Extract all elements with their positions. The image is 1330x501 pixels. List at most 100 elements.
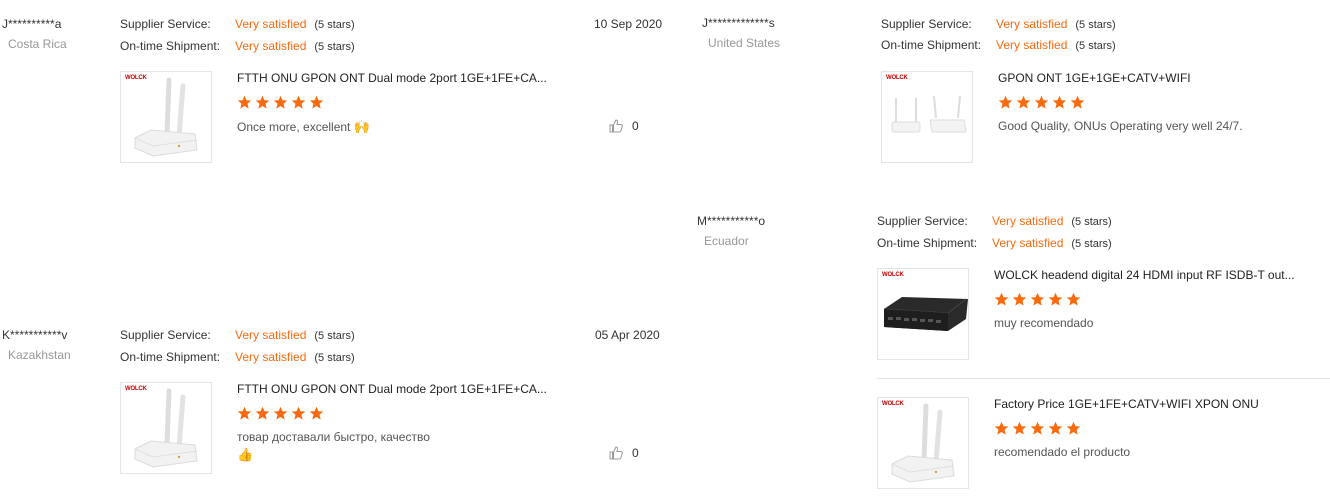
supplier-service-row: Supplier Service: Very satisfied (5 stars) <box>877 214 1112 228</box>
shipment-value: Very satisfied <box>235 350 307 364</box>
supplier-service-row: Supplier Service: Very satisfied (5 stars) <box>120 17 355 31</box>
buyer-name: J**********a <box>2 17 62 31</box>
star-icon <box>1030 421 1045 436</box>
review-comment: recomendado el producto <box>994 445 1131 459</box>
helpful-count: 0 <box>632 446 639 460</box>
product-thumbnail[interactable]: WOLCK <box>877 268 969 360</box>
shipment-row: On-time Shipment: Very satisfied (5 stars) <box>120 39 355 53</box>
supplier-service-value: Very satisfied <box>996 17 1068 31</box>
review-comment: Once more, excellent 🙌 <box>237 118 370 136</box>
buyer-country: Costa Rica <box>8 37 67 51</box>
star-icon <box>309 95 324 110</box>
helpful-button[interactable]: 0 <box>608 445 639 461</box>
shipment-stars: (5 stars) <box>314 41 355 53</box>
star-icon <box>1066 421 1081 436</box>
thumbs-up-icon <box>608 118 624 134</box>
product-rating <box>998 95 1085 110</box>
supplier-service-label: Supplier Service: <box>877 214 968 228</box>
product-rating <box>994 292 1081 307</box>
supplier-service-stars: (5 stars) <box>1075 19 1116 31</box>
shipment-label: On-time Shipment: <box>120 350 221 364</box>
shipment-stars: (5 stars) <box>1075 40 1116 52</box>
buyer-country: United States <box>708 36 781 50</box>
buyer-country: Ecuador <box>704 234 749 248</box>
star-icon <box>1012 292 1027 307</box>
product-rating <box>237 95 324 110</box>
star-icon <box>1070 95 1085 110</box>
supplier-service-row: Supplier Service: Very satisfied (5 stars) <box>120 328 355 342</box>
product-rating <box>237 406 324 421</box>
star-icon <box>255 406 270 421</box>
star-icon <box>1066 292 1081 307</box>
supplier-service-row: Supplier Service: Very satisfied (5 stars) <box>881 17 1116 31</box>
shipment-row: On-time Shipment: Very satisfied (5 stars) <box>877 236 1112 250</box>
shipment-label: On-time Shipment: <box>881 38 982 52</box>
star-icon <box>994 292 1009 307</box>
thumbs-up-emoji-icon: 👍 <box>237 447 254 462</box>
supplier-service-label: Supplier Service: <box>120 328 211 342</box>
shipment-label: On-time Shipment: <box>877 236 978 250</box>
star-icon <box>273 95 288 110</box>
shipment-row: On-time Shipment: Very satisfied (5 stars) <box>120 350 355 364</box>
brand-logo: WOLCK <box>882 272 904 278</box>
buyer-country: Kazakhstan <box>8 348 71 362</box>
brand-logo: WOLCK <box>882 401 904 407</box>
brand-logo: WOLCK <box>125 386 147 392</box>
star-icon <box>273 406 288 421</box>
product-title[interactable]: FTTH ONU GPON ONT Dual mode 2port 1GE+1F… <box>237 382 547 396</box>
helpful-count: 0 <box>632 119 639 133</box>
buyer-name: J*************s <box>702 16 775 30</box>
star-icon <box>237 95 252 110</box>
brand-logo: WOLCK <box>125 75 147 81</box>
router-image <box>121 72 212 163</box>
divider <box>877 378 1330 379</box>
raised-hands-emoji-icon: 🙌 <box>353 119 370 134</box>
product-thumbnail[interactable]: WOLCK <box>881 71 973 163</box>
supplier-service-label: Supplier Service: <box>881 17 972 31</box>
star-icon <box>1048 292 1063 307</box>
review-comment: Good Quality, ONUs Operating very well 2… <box>998 119 1243 133</box>
router-image <box>121 383 212 474</box>
star-icon <box>994 421 1009 436</box>
product-thumbnail[interactable]: WOLCK <box>120 71 212 163</box>
router-image <box>882 72 973 163</box>
product-rating <box>994 421 1081 436</box>
star-icon <box>309 406 324 421</box>
helpful-button[interactable]: 0 <box>608 118 639 134</box>
star-icon <box>1048 421 1063 436</box>
shipment-value: Very satisfied <box>996 38 1068 52</box>
product-thumbnail[interactable]: WOLCK <box>120 382 212 474</box>
supplier-service-value: Very satisfied <box>235 17 307 31</box>
supplier-service-stars: (5 stars) <box>1071 216 1112 228</box>
shipment-value: Very satisfied <box>992 236 1064 250</box>
supplier-service-label: Supplier Service: <box>120 17 211 31</box>
buyer-name: K***********v <box>2 328 68 342</box>
star-icon <box>1052 95 1067 110</box>
comment-text: товар доставали быстро, качество <box>237 430 430 444</box>
headend-image <box>878 269 969 360</box>
shipment-label: On-time Shipment: <box>120 39 221 53</box>
review-date: 10 Sep 2020 <box>594 17 663 31</box>
product-title[interactable]: WOLCK headend digital 24 HDMI input RF I… <box>994 268 1295 282</box>
supplier-service-stars: (5 stars) <box>314 19 355 31</box>
product-title[interactable]: FTTH ONU GPON ONT Dual mode 2port 1GE+1F… <box>237 71 547 85</box>
supplier-service-value: Very satisfied <box>235 328 307 342</box>
star-icon <box>291 95 306 110</box>
star-icon <box>237 406 252 421</box>
thumbs-up-icon <box>608 445 624 461</box>
product-title[interactable]: GPON ONT 1GE+1GE+CATV+WIFI <box>998 71 1191 85</box>
supplier-service-value: Very satisfied <box>992 214 1064 228</box>
review-comment: muy recomendado <box>994 316 1094 330</box>
router-image <box>878 398 969 489</box>
shipment-stars: (5 stars) <box>314 352 355 364</box>
shipment-stars: (5 stars) <box>1071 238 1112 250</box>
star-icon <box>1016 95 1031 110</box>
star-icon <box>1030 292 1045 307</box>
product-thumbnail[interactable]: WOLCK <box>877 397 969 489</box>
shipment-row: On-time Shipment: Very satisfied (5 stars) <box>881 38 1116 52</box>
star-icon <box>255 95 270 110</box>
supplier-service-stars: (5 stars) <box>314 330 355 342</box>
product-title[interactable]: Factory Price 1GE+1FE+CATV+WIFI XPON ONU <box>994 397 1259 411</box>
star-icon <box>291 406 306 421</box>
star-icon <box>1012 421 1027 436</box>
